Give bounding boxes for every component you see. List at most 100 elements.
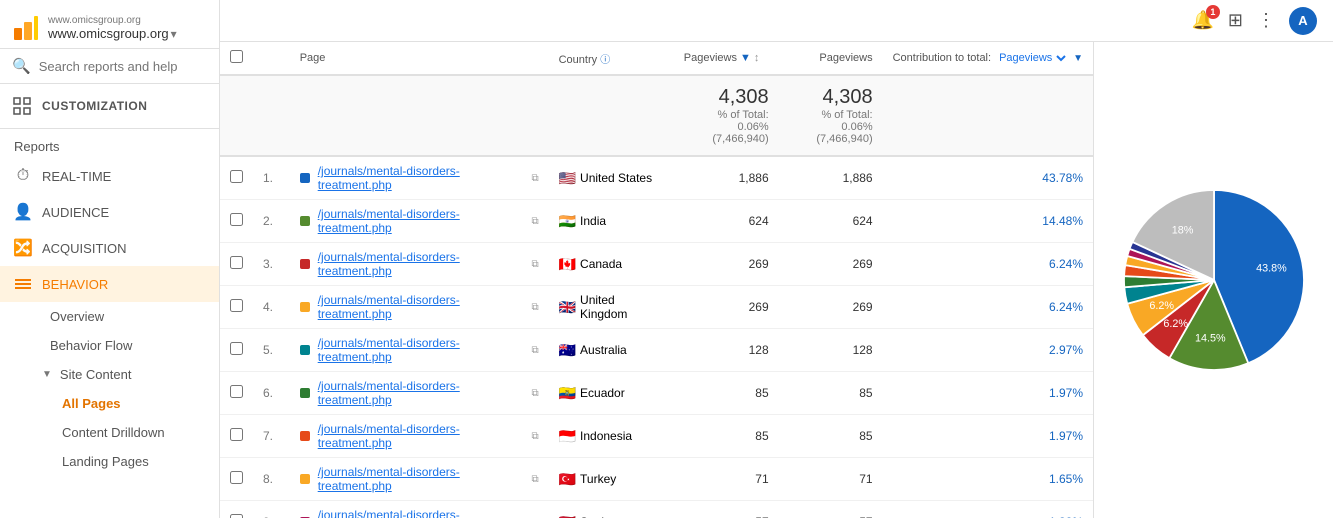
row-flag: 🇮🇳 xyxy=(559,213,576,230)
row-pct: 6.24% xyxy=(883,286,1093,329)
row-page-link[interactable]: /journals/mental-disorders-treatment.php xyxy=(318,250,528,278)
sidebar: www.omicsgroup.org www.omicsgroup.org ▾ … xyxy=(0,0,220,518)
nav-item-acquisition[interactable]: 🔀 ACQUISITION xyxy=(0,230,219,266)
row-page-link[interactable]: /journals/mental-disorders-treatment.php xyxy=(318,336,528,364)
row-select-checkbox[interactable] xyxy=(230,385,243,398)
pie-label-2: 6.2% xyxy=(1163,318,1188,330)
row-select-checkbox[interactable] xyxy=(230,256,243,269)
site-info: www.omicsgroup.org www.omicsgroup.org ▾ xyxy=(48,15,177,41)
subnav-behavior-flow[interactable]: Behavior Flow xyxy=(42,331,219,360)
th-pageviews-sort: Pageviews ▼ ↕ xyxy=(674,42,779,75)
table-row: 4. /journals/mental-disorders-treatment.… xyxy=(220,286,1093,329)
site-url-main: www.omicsgroup.org xyxy=(48,26,169,41)
chart-area: 43.8%14.5%6.2%6.2%18% xyxy=(1093,42,1333,518)
row-page: /journals/mental-disorders-treatment.php… xyxy=(290,156,549,200)
row-flag: 🇨🇦 xyxy=(559,256,576,273)
audience-label: AUDIENCE xyxy=(42,205,109,220)
subnav-all-pages[interactable]: All Pages xyxy=(54,389,219,418)
contribution-dropdown-icon: ▼ xyxy=(1073,53,1083,64)
row-select-checkbox[interactable] xyxy=(230,514,243,518)
more-options-button[interactable]: ⋮ xyxy=(1257,10,1275,31)
row-color-dot xyxy=(300,345,310,355)
row-checkbox xyxy=(220,372,253,415)
row-num: 5. xyxy=(253,329,290,372)
customization-label: CUSTOMIZATION xyxy=(42,99,147,113)
data-table: Page Country ⓘ Pageviews ▼ ↕ P xyxy=(220,42,1093,518)
acquisition-label: ACQUISITION xyxy=(42,241,127,256)
table-row: 8. /journals/mental-disorders-treatment.… xyxy=(220,458,1093,501)
external-link-icon: ⧉ xyxy=(531,302,538,313)
summary-num xyxy=(253,75,290,156)
row-country: 🇬🇧 United Kingdom xyxy=(549,286,674,329)
row-num: 9. xyxy=(253,501,290,518)
nav-item-audience[interactable]: 👤 AUDIENCE xyxy=(0,194,219,230)
audience-icon: 👤 xyxy=(14,203,32,221)
row-page-link[interactable]: /journals/mental-disorders-treatment.php xyxy=(318,207,528,235)
behavior-subnav: Overview Behavior Flow xyxy=(0,302,219,360)
summary-page xyxy=(290,75,549,156)
row-checkbox xyxy=(220,243,253,286)
row-country-name: United Kingdom xyxy=(580,293,664,321)
select-all-checkbox[interactable] xyxy=(230,50,243,63)
table-container: Page Country ⓘ Pageviews ▼ ↕ P xyxy=(220,42,1093,518)
nav-item-behavior[interactable]: BEHAVIOR xyxy=(0,266,219,302)
top-bar-icons: 🔔 1 ⊞ ⋮ A xyxy=(1191,7,1317,35)
row-pv2: 269 xyxy=(779,286,883,329)
external-link-icon: ⧉ xyxy=(531,388,538,399)
search-icon: 🔍 xyxy=(12,57,31,75)
logo-row: www.omicsgroup.org www.omicsgroup.org ▾ xyxy=(12,8,207,44)
notification-button[interactable]: 🔔 1 xyxy=(1191,10,1213,31)
summary-row: 4,308 % of Total: 0.06% (7,466,940) 4,30… xyxy=(220,75,1093,156)
sort-down-icon[interactable]: ▼ xyxy=(740,52,751,64)
table-row: 1. /journals/mental-disorders-treatment.… xyxy=(220,156,1093,200)
apps-button[interactable]: ⊞ xyxy=(1228,10,1243,31)
subnav-landing-pages[interactable]: Landing Pages xyxy=(54,447,219,476)
row-checkbox xyxy=(220,415,253,458)
sort-up-icon[interactable]: ↕ xyxy=(754,52,760,64)
behavior-label: BEHAVIOR xyxy=(42,277,108,292)
search-input[interactable] xyxy=(39,59,207,74)
row-pv2: 71 xyxy=(779,458,883,501)
row-flag: 🇬🇧 xyxy=(559,299,576,316)
row-page-link[interactable]: /journals/mental-disorders-treatment.php xyxy=(318,164,528,192)
row-page-link[interactable]: /journals/mental-disorders-treatment.php xyxy=(318,465,528,493)
contribution-select[interactable]: Pageviews xyxy=(995,51,1069,65)
avatar[interactable]: A xyxy=(1289,7,1317,35)
row-num: 4. xyxy=(253,286,290,329)
row-page-link[interactable]: /journals/mental-disorders-treatment.php xyxy=(318,422,528,450)
subnav-content-drilldown[interactable]: Content Drilldown xyxy=(54,418,219,447)
row-select-checkbox[interactable] xyxy=(230,299,243,312)
row-country-name: India xyxy=(580,214,606,228)
th-contribution: Contribution to total: Pageviews ▼ xyxy=(883,42,1093,75)
table-row: 3. /journals/mental-disorders-treatment.… xyxy=(220,243,1093,286)
row-page-link[interactable]: /journals/mental-disorders-treatment.php xyxy=(318,508,528,518)
row-country-name: Ecuador xyxy=(580,386,625,400)
row-select-checkbox[interactable] xyxy=(230,213,243,226)
row-select-checkbox[interactable] xyxy=(230,170,243,183)
search-row: 🔍 xyxy=(0,49,219,84)
row-page: /journals/mental-disorders-treatment.php… xyxy=(290,501,549,518)
row-country-name: Canada xyxy=(580,257,622,271)
row-checkbox xyxy=(220,329,253,372)
reports-label: Reports xyxy=(0,129,219,158)
row-num: 1. xyxy=(253,156,290,200)
url-arrow[interactable]: ▾ xyxy=(171,27,177,41)
row-page-link[interactable]: /journals/mental-disorders-treatment.php xyxy=(318,379,528,407)
row-select-checkbox[interactable] xyxy=(230,471,243,484)
row-color-dot xyxy=(300,302,310,312)
row-select-checkbox[interactable] xyxy=(230,428,243,441)
row-pct: 6.24% xyxy=(883,243,1093,286)
row-country: 🇮🇩 Indonesia xyxy=(549,415,674,458)
row-pv1: 624 xyxy=(674,200,779,243)
row-page-link[interactable]: /journals/mental-disorders-treatment.php xyxy=(318,293,528,321)
row-page: /journals/mental-disorders-treatment.php… xyxy=(290,329,549,372)
row-page: /journals/mental-disorders-treatment.php… xyxy=(290,200,549,243)
row-pv1: 85 xyxy=(674,415,779,458)
row-select-checkbox[interactable] xyxy=(230,342,243,355)
nav-item-realtime[interactable]: ⏱ REAL-TIME xyxy=(0,158,219,194)
customization-nav-item[interactable]: CUSTOMIZATION xyxy=(0,84,219,129)
table-row: 6. /journals/mental-disorders-treatment.… xyxy=(220,372,1093,415)
row-pv1: 71 xyxy=(674,458,779,501)
site-content-header[interactable]: ▼ Site Content xyxy=(0,360,219,389)
subnav-overview[interactable]: Overview xyxy=(42,302,219,331)
